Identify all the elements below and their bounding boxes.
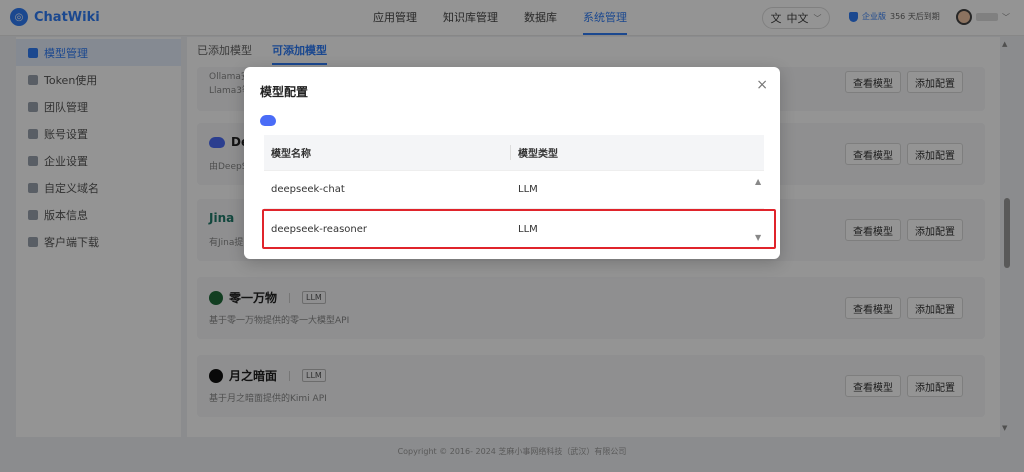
deepseek-logo [260, 115, 276, 126]
model-type-cell: LLM [518, 184, 538, 195]
table-scroll-up-icon[interactable]: ▲ [755, 177, 761, 186]
model-name-cell: deepseek-chat [271, 184, 345, 195]
table-header: 模型名称 模型类型 [264, 135, 764, 171]
model-config-dialog: 模型配置 × 模型名称 模型类型 deepseek-chat LLM deeps… [244, 67, 780, 259]
model-type-cell: LLM [518, 223, 538, 235]
table-row-highlighted[interactable]: deepseek-reasoner LLM [262, 209, 776, 249]
table-row[interactable]: deepseek-chat LLM [264, 171, 764, 209]
model-name-cell: deepseek-reasoner [271, 223, 368, 235]
table-scroll-down-icon[interactable]: ▼ [755, 233, 761, 242]
dialog-title: 模型配置 [260, 85, 309, 99]
column-header-model-type: 模型类型 [518, 149, 558, 160]
close-icon[interactable]: × [756, 77, 768, 93]
column-header-model-name: 模型名称 [264, 145, 511, 160]
deepseek-whale-icon [260, 115, 276, 126]
model-table: 模型名称 模型类型 deepseek-chat LLM deepseek-rea… [262, 135, 776, 249]
